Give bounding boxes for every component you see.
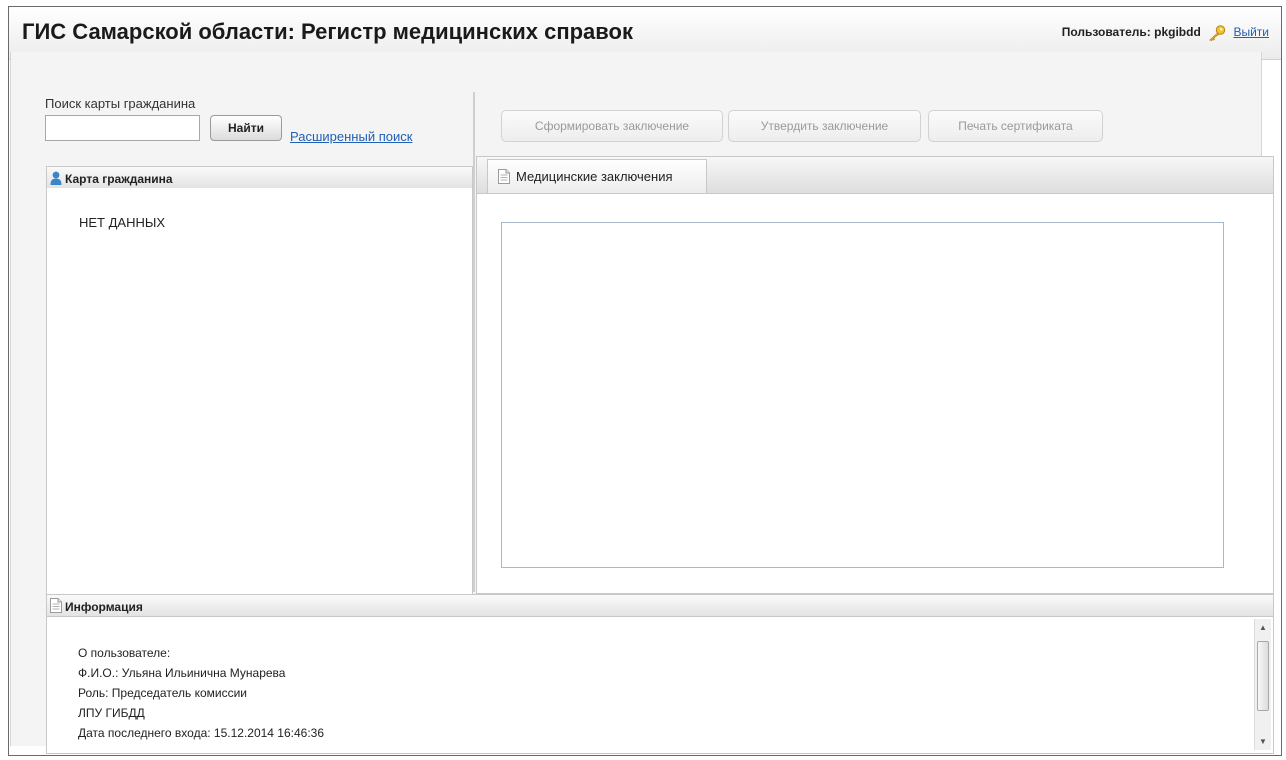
print-certificate-button[interactable]: Печать сертификата [928, 110, 1103, 142]
user-info: О пользователе: Ф.И.О.: Ульяна Ильинична… [78, 643, 324, 743]
current-user-label: Пользователь: pkgibdd [1061, 25, 1201, 40]
page-title: ГИС Самарской области: Регистр медицинск… [22, 19, 633, 44]
user-icon [50, 171, 62, 185]
key-icon [1208, 25, 1226, 41]
citizen-card-title: Карта гражданина [65, 172, 173, 186]
find-button[interactable]: Найти [210, 115, 282, 141]
tab-medical-conclusions[interactable]: Медицинские заключения [487, 159, 707, 193]
info-title: Информация [65, 600, 143, 614]
no-data-text: НЕТ ДАННЫХ [79, 215, 166, 230]
logout-link[interactable]: Выйти [1233, 25, 1269, 39]
scroll-thumb[interactable] [1257, 641, 1269, 711]
info-scrollbar[interactable]: ▲ ▼ [1254, 619, 1271, 750]
search-label: Поиск карты гражданина [45, 96, 196, 111]
approve-conclusion-button[interactable]: Утвердить заключение [728, 110, 921, 142]
info-line: Дата последнего входа: 15.12.2014 16:46:… [78, 726, 325, 740]
conclusions-list-box[interactable] [501, 222, 1224, 568]
citizen-card-body: НЕТ ДАННЫХ [46, 188, 473, 596]
advanced-search-link[interactable]: Расширенный поиск [290, 129, 412, 144]
scroll-up-icon[interactable]: ▲ [1259, 623, 1267, 632]
scroll-down-icon[interactable]: ▼ [1259, 737, 1267, 746]
document-icon [50, 598, 62, 613]
tab-content-panel [476, 194, 1274, 594]
info-line: Роль: Председатель комиссии [78, 686, 247, 700]
citizen-card-header: Карта гражданина [46, 166, 473, 189]
vertical-splitter[interactable] [473, 92, 475, 592]
info-line: Ф.И.О.: Ульяна Ильинична Мунарева [78, 666, 286, 680]
info-body: О пользователе: Ф.И.О.: Ульяна Ильинична… [46, 617, 1274, 754]
document-icon [498, 169, 510, 184]
user-area: Пользователь: pkgibdd Выйти [1062, 25, 1269, 41]
info-line: О пользователе: [78, 646, 171, 660]
tab-label: Медицинские заключения [516, 169, 673, 184]
tab-strip: Медицинские заключения [476, 156, 1274, 194]
info-header: Информация [46, 594, 1274, 617]
citizen-search-input[interactable] [45, 115, 200, 141]
info-line: ЛПУ ГИБДД [78, 706, 145, 720]
form-conclusion-button[interactable]: Сформировать заключение [501, 110, 723, 142]
